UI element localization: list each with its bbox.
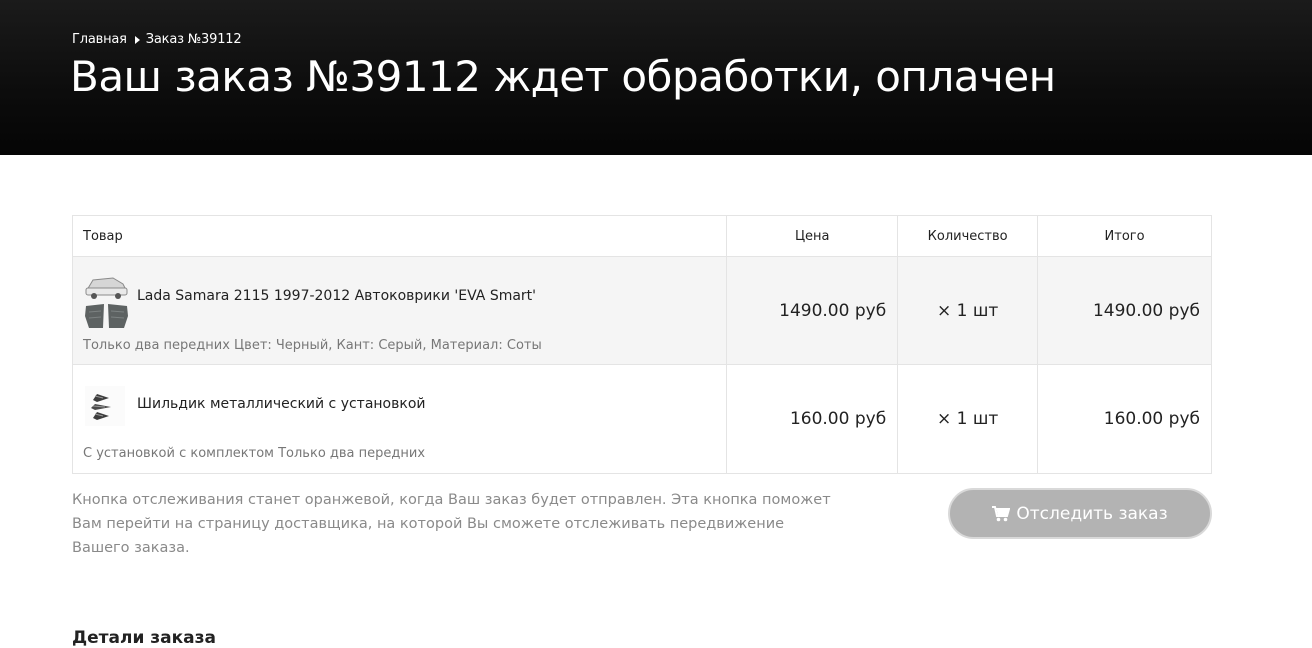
table-row: Lada Samara 2115 1997-2012 Автоковрики '… <box>71 256 1212 365</box>
caret-right-icon <box>134 35 140 44</box>
shopping-cart-icon <box>992 505 1011 521</box>
column-header-price: Цена <box>726 215 899 257</box>
total-cell: 160.00 руб <box>1037 364 1212 474</box>
table-row: Шильдик металлический с установкой С уст… <box>71 364 1212 474</box>
product-cell: Lada Samara 2115 1997-2012 Автоковрики '… <box>71 256 728 365</box>
tracking-note: Кнопка отслеживания станет оранжевой, ко… <box>72 492 831 556</box>
track-order-button[interactable]: Отследить заказ <box>948 488 1212 539</box>
total-cell: 1490.00 руб <box>1037 256 1212 365</box>
qty-cell: × 1 шт <box>897 256 1039 365</box>
order-items-table: Товар Цена Количество Итого Lada Samara … <box>71 215 1212 474</box>
product-cell: Шильдик металлический с установкой С уст… <box>71 364 728 474</box>
car-mats-thumbnail[interactable] <box>83 268 129 330</box>
page-header: Главная Заказ №39112 Ваш заказ №39112 жд… <box>0 0 1312 155</box>
badge-thumbnail[interactable] <box>83 376 129 438</box>
breadcrumb-current: Заказ №39112 <box>145 32 242 47</box>
track-order-label: Отследить заказ <box>1016 503 1168 524</box>
page-title: Ваш заказ №39112 ждет обработки, оплачен <box>70 52 1056 101</box>
table-header-row: Товар Цена Количество Итого <box>71 215 1212 257</box>
order-details-heading: Детали заказа <box>72 628 216 648</box>
price-cell: 160.00 руб <box>726 364 899 474</box>
column-header-total: Итого <box>1037 215 1212 257</box>
column-header-qty: Количество <box>897 215 1039 257</box>
qty-cell: × 1 шт <box>897 364 1039 474</box>
price-cell: 1490.00 руб <box>726 256 899 365</box>
product-name[interactable]: Lada Samara 2115 1997-2012 Автоковрики '… <box>137 288 536 304</box>
breadcrumb-home-link[interactable]: Главная <box>72 32 127 47</box>
column-header-product: Товар <box>71 215 728 257</box>
product-name[interactable]: Шильдик металлический с установкой <box>137 396 426 412</box>
breadcrumb: Главная Заказ №39112 <box>72 32 242 47</box>
product-options: Только два передних Цвет: Черный, Кант: … <box>83 338 542 353</box>
product-options: С установкой с комплектом Только два пер… <box>83 446 426 461</box>
